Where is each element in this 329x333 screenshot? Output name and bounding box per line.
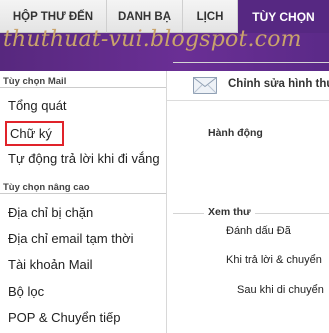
- setting-mark-read: Đánh dấu Đã: [226, 225, 291, 237]
- group-label-view: Xem thư: [204, 206, 255, 218]
- sidebar-item-pop-forwarding[interactable]: POP & Chuyển tiếp: [8, 306, 121, 328]
- envelope-icon: [193, 77, 217, 94]
- content-title: Chỉnh sửa hình thư: [228, 78, 329, 90]
- setting-after-move: Sau khi di chuyển: [237, 284, 324, 296]
- group-label-action: Hành động: [204, 127, 267, 139]
- section-header-mail-options: Tùy chọn Mail: [0, 72, 166, 88]
- sidebar-item-filters[interactable]: Bộ lọc: [8, 280, 44, 302]
- sidebar-item-temporary-email[interactable]: Địa chỉ email tạm thời: [8, 227, 134, 249]
- setting-reply-forward: Khi trả lời & chuyển: [226, 254, 322, 266]
- mail-options-page: HỘP THƯ ĐẾN DANH BẠ LỊCH TÙY CHỌN thuthu…: [0, 0, 329, 333]
- sidebar-item-auto-reply[interactable]: Tự động trả lời khi đi vắng: [8, 147, 160, 169]
- sidebar-item-mail-account[interactable]: Tài khoản Mail: [8, 253, 93, 275]
- options-sidebar: Tùy chọn Mail Tổng quát Chữ ký Tự động t…: [0, 71, 166, 333]
- sidebar-item-general[interactable]: Tổng quát: [8, 94, 67, 116]
- section-header-advanced-options: Tùy chọn nâng cao: [0, 178, 166, 194]
- group-divider-action: [173, 62, 329, 63]
- sidebar-item-blocked-addresses[interactable]: Địa chỉ bị chặn: [8, 201, 93, 223]
- sidebar-item-signature[interactable]: Chữ ký: [5, 121, 64, 146]
- watermark: thuthuat-vui.blogspot.com: [3, 27, 302, 52]
